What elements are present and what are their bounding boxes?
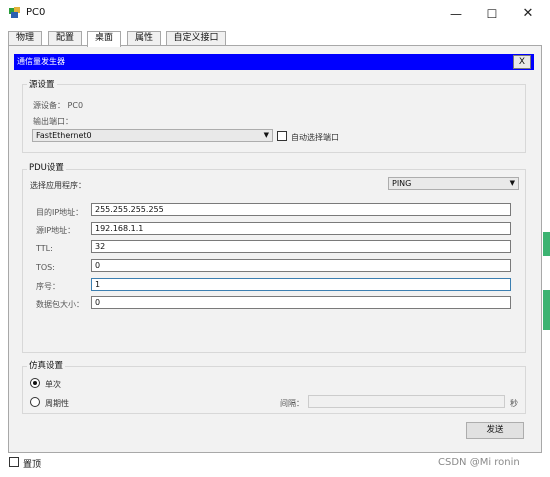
pin-on-top-checkbox[interactable] [9, 457, 19, 467]
output-port-label: 输出端口： [33, 117, 73, 126]
tab-config[interactable]: 配置 [48, 31, 82, 46]
maximize-button[interactable]: ☐ [472, 0, 512, 28]
app-select-label: 选择应用程序： [30, 181, 86, 190]
source-settings-label: 源设置 [27, 78, 57, 90]
dialog-title: 通信量发生器 [14, 54, 534, 70]
periodic-label: 周期性 [45, 399, 69, 408]
interval-unit: 秒 [510, 399, 518, 408]
dropdown-arrow-icon: ▼ [509, 179, 515, 187]
periodic-radio[interactable] [30, 397, 40, 407]
source-ip-input[interactable]: 192.168.1.1 [91, 222, 511, 235]
dest-ip-label: 目的IP地址： [36, 208, 84, 217]
dropdown-arrow-icon: ▼ [263, 131, 269, 139]
app-select-value: PING [392, 179, 412, 188]
tab-attributes[interactable]: 属性 [127, 31, 161, 46]
tab-custom-interface[interactable]: 自定义接口 [166, 31, 226, 46]
output-port-value: FastEthernet0 [36, 131, 92, 140]
sequence-input[interactable]: 1 [91, 278, 511, 291]
ttl-input[interactable]: 32 [91, 240, 511, 253]
dest-ip-input[interactable]: 255.255.255.255 [91, 203, 511, 216]
ttl-label: TTL: [36, 244, 53, 253]
interval-label: 间隔： [280, 399, 304, 408]
background-accent [543, 232, 550, 256]
auto-port-label: 自动选择端口 [291, 133, 339, 142]
app-select[interactable]: PING ▼ [388, 177, 519, 190]
packet-size-input[interactable]: 0 [91, 296, 511, 309]
auto-port-checkbox[interactable] [277, 131, 287, 141]
dialog-close-button[interactable]: X [513, 55, 531, 69]
pin-on-top-label: 置顶 [23, 460, 42, 470]
tos-label: TOS: [36, 263, 55, 272]
window-title: PC0 [26, 7, 46, 18]
interval-input[interactable] [308, 395, 505, 408]
source-ip-label: 源IP地址： [36, 226, 76, 235]
pdu-settings-label: PDU设置 [27, 161, 66, 173]
window-titlebar: PC0 — ☐ ✕ [0, 0, 550, 28]
close-window-button[interactable]: ✕ [508, 0, 548, 28]
source-device-text: 源设备： PC0 [33, 101, 84, 110]
simulation-settings-label: 仿真设置 [27, 359, 66, 371]
send-button[interactable]: 发送 [466, 422, 524, 439]
tab-physical[interactable]: 物理 [8, 31, 42, 46]
single-shot-label: 单次 [45, 380, 61, 389]
packet-size-label: 数据包大小： [36, 300, 84, 309]
tos-input[interactable]: 0 [91, 259, 511, 272]
csdn-watermark: CSDN @Mi ronin [438, 457, 520, 468]
packet-tracer-pc-icon [9, 7, 20, 18]
tab-desktop[interactable]: 桌面 [87, 31, 121, 47]
sequence-label: 序号： [36, 282, 60, 291]
minimize-button[interactable]: — [436, 0, 476, 28]
background-accent [543, 290, 550, 330]
single-shot-radio[interactable] [30, 378, 40, 388]
output-port-select[interactable]: FastEthernet0 ▼ [32, 129, 273, 142]
source-settings-group [22, 84, 526, 153]
